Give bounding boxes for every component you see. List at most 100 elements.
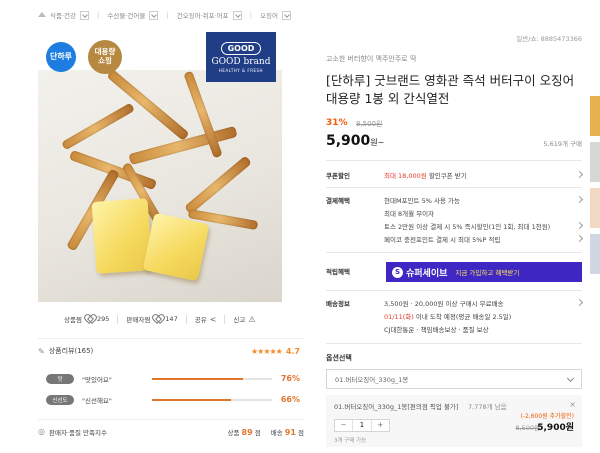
- product-title: [단하루] 굿브랜드 영화관 즉석 버터구이 오징어 대용량 1봉 외 간식열전: [326, 73, 575, 106]
- option-item-name: 01.버터오징어_330g_1봉[편의점 픽업 불가]: [334, 403, 459, 411]
- product-image[interactable]: 단하루 대용량 쇼핑 GOOD GOOD brand HEALTHY & FRE…: [38, 30, 282, 302]
- chevron-down-icon[interactable]: [80, 10, 89, 20]
- chevron-right-icon[interactable]: [575, 234, 584, 243]
- badge-bulk: 대용량 쇼핑: [88, 40, 122, 74]
- review-tag: 맛: [46, 373, 74, 384]
- review-percent: 76%: [280, 374, 300, 383]
- review-bar-row: 신선도 "신선해요" 66%: [38, 390, 304, 409]
- divider: [326, 290, 582, 291]
- social-row: 상품찜 295 판매자찜 147 공유 < 신고 ⚠: [38, 310, 282, 328]
- review-question: "맛있어요": [82, 375, 112, 384]
- satisfaction-scores: 상품 89 점 배송 91 점: [228, 427, 305, 437]
- product-subtitle: 고소한 버터향이 맥주안주로 딱: [326, 55, 417, 63]
- product-detail-panel: 고소한 버터향이 맥주안주로 딱 [단하루] 굿브랜드 영화관 즉석 버터구이 …: [326, 0, 584, 453]
- wish-label: 상품찜: [64, 316, 82, 324]
- quantity-input[interactable]: 1: [352, 420, 372, 431]
- plus-button[interactable]: +: [372, 420, 389, 431]
- breadcrumb: 식품·건강 | 수산물·건어물 | 건오징어·쥐포·어포 | 오징어: [38, 9, 291, 21]
- delivery-score-label: 배송: [270, 428, 283, 437]
- logo-fish: GOOD: [220, 41, 262, 55]
- thumbnail[interactable]: [590, 188, 600, 228]
- review-percent: 66%: [280, 395, 300, 404]
- review-bar-row: 맛 "맛있어요" 76%: [38, 369, 304, 388]
- sale-price-unit: 원~: [370, 138, 385, 147]
- thumbnail[interactable]: [590, 142, 600, 182]
- close-icon[interactable]: ×: [569, 400, 576, 409]
- chevron-down-icon[interactable]: [281, 10, 291, 20]
- points-label: 적립혜택: [326, 268, 350, 276]
- coupon-value: 최대 18,000원 할인쿠폰 받기: [384, 170, 467, 183]
- share-button[interactable]: 공유 <: [195, 314, 217, 325]
- home-icon[interactable]: [38, 9, 46, 17]
- supersave-banner[interactable]: S 슈퍼세이브 지금 가입하고 혜택받기: [386, 262, 582, 282]
- sale-price: 5,900원~: [326, 133, 384, 149]
- selected-option-item: 01.버터오징어_330g_1봉[편의점 픽업 불가] 7,778개 남음 × …: [326, 395, 582, 447]
- original-price: 8,500원: [356, 120, 383, 128]
- supersave-message: 지금 가입하고 혜택받기: [455, 269, 520, 277]
- shipping-info: 배송정보 3,500원 · 20,000원 이상 구매시 무료배송 01/11(…: [326, 298, 511, 337]
- chevron-down-icon[interactable]: [149, 10, 159, 20]
- sold-count: 5,619개 구매: [543, 140, 582, 148]
- breadcrumb-separator: |: [166, 11, 169, 19]
- heart-icon: [85, 315, 94, 323]
- thumbnail[interactable]: [590, 96, 600, 136]
- seller-wish-button[interactable]: 판매자찜 147: [126, 314, 177, 324]
- breadcrumb-item[interactable]: 식품·건강: [50, 10, 89, 20]
- divider: [224, 314, 226, 324]
- chevron-right-icon[interactable]: [575, 298, 584, 307]
- review-title: 상품리뷰(165): [48, 347, 94, 355]
- minus-button[interactable]: −: [335, 420, 352, 431]
- breadcrumb-separator: |: [97, 11, 100, 19]
- siren-icon: ⚠: [248, 314, 256, 324]
- payment-line: 페이코 충전포인트 결제 시 최대 5%P 적립: [384, 236, 501, 244]
- breadcrumb-separator: |: [249, 11, 253, 19]
- payment-line: 현대M포인트 5% 사용 가능: [384, 197, 460, 205]
- breadcrumb-item[interactable]: 오징어: [260, 10, 291, 20]
- thumbnail[interactable]: [590, 234, 600, 274]
- butter-shape: [142, 212, 210, 282]
- heart-icon: [153, 315, 162, 323]
- option-select-value: 01.버터오징어_330g_1봉: [335, 376, 409, 384]
- payment-line: 토스 2만원 이상 결제 시 5% 즉시할인(1인 1회, 최대 1천원): [384, 223, 551, 231]
- wish-button[interactable]: 상품찜 295: [64, 314, 109, 324]
- chevron-right-icon[interactable]: [575, 170, 584, 179]
- brand-logo: GOOD GOOD brand HEALTHY & FRESH: [206, 32, 276, 82]
- coupon-row[interactable]: 쿠폰할인 최대 18,000원 할인쿠폰 받기: [326, 170, 467, 183]
- breadcrumb-item[interactable]: 건오징어·쥐포·어포: [177, 10, 242, 20]
- divider: [185, 314, 187, 324]
- product-score: 89: [241, 427, 253, 437]
- payment-lines: 현대M포인트 5% 사용 가능 최대 8개월 무이자 토스 2만원 이상 결제 …: [384, 195, 550, 247]
- payment-line: 최대 8개월 무이자: [384, 210, 435, 218]
- review-header[interactable]: ✎ 상품리뷰(165) ★★★★★ 4.7: [38, 339, 304, 363]
- shipping-line: 01/11(화) 이내 도착 예정(평균 배송일 2.5일): [384, 311, 511, 324]
- chevron-right-icon[interactable]: [575, 195, 584, 204]
- share-icon: <: [209, 314, 217, 324]
- option-coupon-note: (-2,600원 추가할인): [520, 413, 574, 420]
- pencil-icon: ✎: [38, 346, 45, 356]
- report-button[interactable]: 신고 ⚠: [233, 314, 256, 325]
- quantity-stepper: − 1 +: [334, 419, 390, 432]
- product-score-label: 상품: [227, 428, 240, 437]
- delivery-score-unit: 점: [298, 428, 304, 437]
- shipping-eta: 이내 도착 예정(평균 배송일 2.5일): [413, 313, 512, 321]
- shipping-lines: 3,500원 · 20,000원 이상 구매시 무료배송 01/11(화) 이내…: [384, 298, 511, 337]
- star-rating: ★★★★★: [250, 346, 283, 356]
- review-tag: 신선도: [46, 394, 74, 405]
- shipping-line: CJ대한통운 · 책임배송보상 · 품질 보상: [384, 326, 489, 334]
- shipping-label: 배송정보: [326, 300, 350, 308]
- coupon-amount: 최대 18,000원: [384, 172, 427, 180]
- satisfaction-label: 판매자·품질 만족지수: [48, 428, 107, 437]
- wish-count: 295: [96, 315, 110, 323]
- badge-one-day: 단하루: [46, 42, 76, 72]
- report-label: 신고: [233, 316, 246, 324]
- delivery-score-group: 배송 91 점: [271, 427, 304, 437]
- satisfaction-row: ◎ 판매자·품질 만족지수 상품 89 점 배송 91 점: [38, 419, 304, 443]
- breadcrumb-item[interactable]: 수산물·건어물: [107, 10, 159, 20]
- chevron-down-icon[interactable]: [232, 10, 242, 20]
- option-item-stock: 7,778개 남음: [468, 403, 507, 411]
- option-select[interactable]: 01.버터오징어_330g_1봉: [326, 369, 582, 389]
- payment-label: 결제혜택: [326, 197, 350, 205]
- divider: [326, 160, 582, 161]
- seller-wish-count: 147: [165, 315, 178, 323]
- chevron-right-icon[interactable]: [575, 221, 584, 230]
